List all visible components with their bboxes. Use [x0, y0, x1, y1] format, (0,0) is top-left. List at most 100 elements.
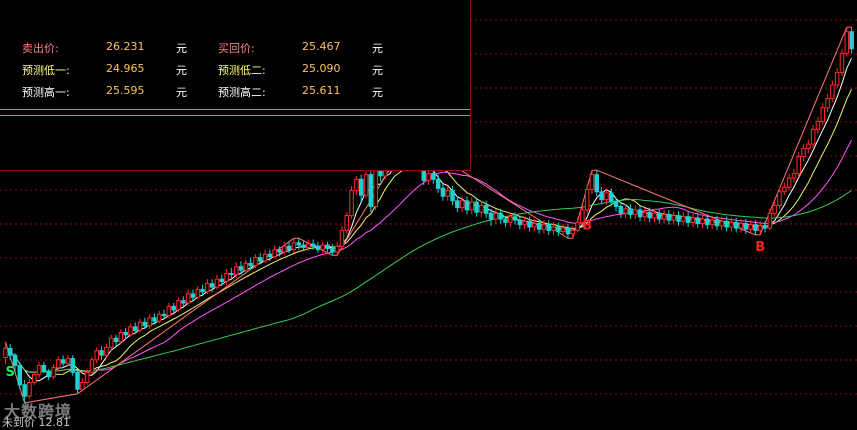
panel-l2-2: 预测高二: — [218, 86, 266, 99]
candle-body — [522, 220, 527, 226]
panel-l2-0: 买回价: — [218, 42, 255, 55]
candle — [661, 209, 667, 224]
candle — [282, 241, 287, 255]
candle-body — [315, 245, 321, 251]
candle-body — [493, 212, 499, 220]
candle-body — [503, 218, 508, 223]
candle-body — [541, 224, 547, 230]
candle-body — [647, 211, 652, 219]
candle — [51, 364, 56, 380]
candle-body — [219, 278, 224, 283]
candle — [368, 171, 374, 213]
candle — [839, 48, 845, 76]
panel-v2-2: 25.611 — [302, 84, 341, 97]
candle-body — [801, 148, 806, 158]
candle-body — [594, 174, 599, 193]
candle-body — [8, 347, 13, 356]
candle-body — [310, 243, 316, 247]
candle-body — [330, 248, 335, 253]
candle-body — [56, 359, 61, 369]
candle — [570, 225, 575, 239]
candle-body — [185, 293, 191, 304]
candle-body — [243, 262, 249, 271]
candle-body — [354, 178, 359, 192]
candle — [75, 369, 80, 394]
candle-body — [527, 220, 532, 228]
candle — [806, 139, 811, 154]
candle-body — [560, 227, 566, 233]
signal-buy-label: B — [582, 218, 592, 233]
candle — [637, 205, 643, 222]
candle-body — [152, 317, 157, 322]
panel-v2-0: 25.467 — [302, 40, 341, 53]
candle-body — [190, 293, 196, 298]
candle — [522, 216, 527, 230]
candle-body — [17, 365, 23, 386]
candle — [253, 254, 258, 268]
candle-body — [108, 337, 114, 348]
candle — [546, 220, 551, 235]
candle-body — [810, 128, 816, 145]
candle-body — [41, 365, 47, 372]
candle-body — [714, 219, 720, 227]
candle-body — [806, 143, 811, 150]
candle-body — [325, 244, 330, 250]
candle-body — [734, 221, 739, 229]
candle-body — [435, 178, 441, 189]
candle-body — [570, 229, 575, 235]
candle — [27, 379, 32, 399]
candle — [575, 217, 580, 233]
candle — [830, 80, 835, 103]
panel-u2-0: 元 — [372, 42, 383, 55]
candle-body — [224, 273, 229, 282]
panel-v1-1: 24.965 — [106, 62, 145, 75]
candle — [594, 170, 599, 197]
candle-body — [286, 245, 292, 251]
candle-body — [825, 98, 830, 109]
candle-body — [445, 190, 450, 197]
candle-body — [834, 72, 840, 86]
prediction-panel: 卖出价: 26.231 元买回价: 25.467 元预测低一: 24.965 元预测低二: 2… — [0, 0, 471, 171]
candle-body — [546, 224, 551, 231]
candle — [825, 94, 830, 113]
candle-body — [176, 300, 181, 311]
candle — [440, 183, 446, 201]
candle-body — [758, 225, 763, 231]
candle — [118, 329, 124, 344]
candle — [565, 223, 571, 239]
candle-body — [238, 266, 244, 271]
candle — [479, 200, 484, 217]
candle-body — [426, 173, 431, 181]
candle — [272, 245, 277, 259]
candle-body — [137, 321, 143, 331]
candle-body — [719, 220, 725, 227]
candle — [681, 212, 686, 226]
candle — [431, 169, 436, 184]
candle-body — [75, 371, 80, 390]
candle — [676, 211, 681, 226]
candle — [104, 343, 109, 358]
candle-body — [195, 288, 200, 298]
panel-divider — [0, 109, 470, 110]
candle — [330, 243, 335, 256]
candle — [618, 201, 624, 218]
candle-body — [666, 214, 672, 221]
candle-body — [27, 382, 32, 397]
panel-v2-1: 25.090 — [302, 62, 341, 75]
candle — [786, 173, 792, 191]
candle-body — [349, 190, 354, 217]
candle-body — [166, 305, 172, 316]
candle-body — [762, 225, 768, 229]
candle — [325, 241, 330, 252]
candle-body — [291, 242, 297, 251]
candle — [46, 368, 51, 381]
candle-body — [637, 209, 643, 218]
candle-body — [517, 219, 523, 226]
candle-body — [262, 253, 268, 262]
panel-u1-1: 元 — [176, 64, 187, 77]
candle-body — [738, 223, 744, 229]
ma60-line — [5, 190, 852, 373]
candle-body — [791, 173, 797, 179]
candle-body — [474, 201, 479, 213]
candle-body — [339, 229, 345, 247]
